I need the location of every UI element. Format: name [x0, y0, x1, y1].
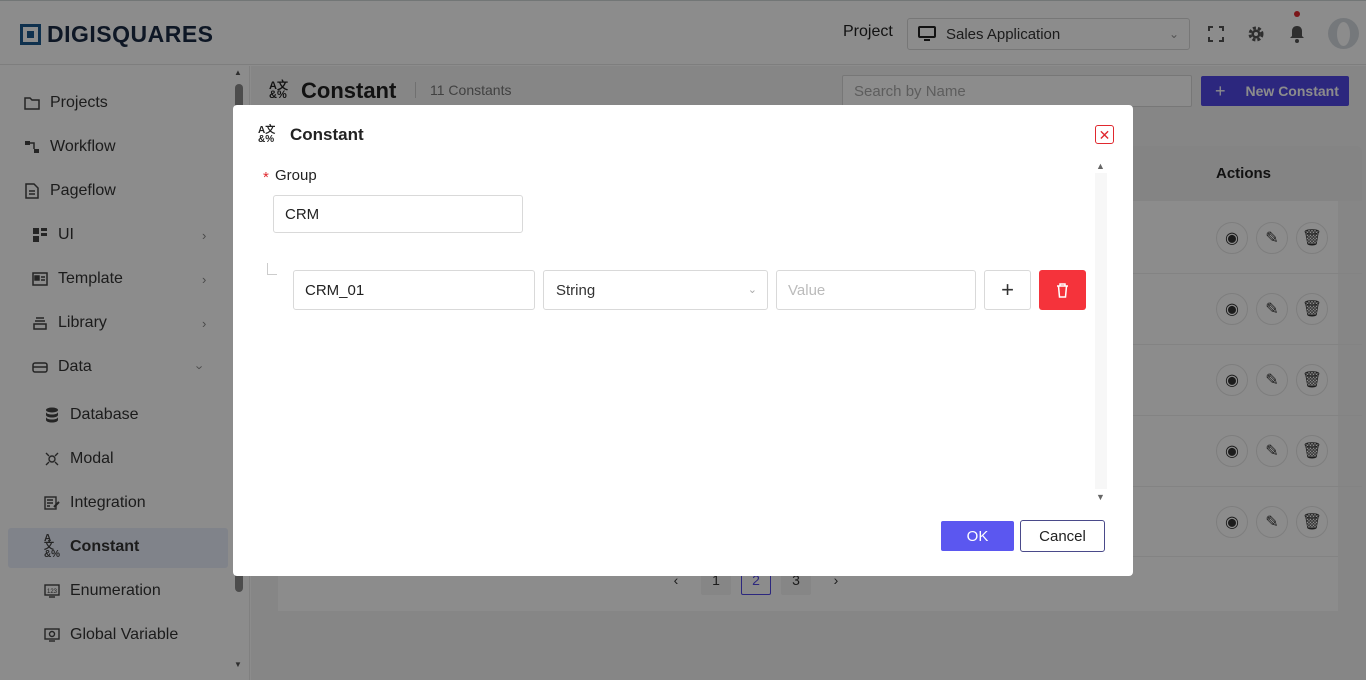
chevron-down-icon: ⌄: [747, 284, 757, 296]
add-row-button[interactable]: +: [984, 270, 1031, 310]
modal-scrollbar[interactable]: [1095, 173, 1107, 489]
ok-button[interactable]: OK: [941, 521, 1014, 551]
constant-type-value: String: [556, 281, 596, 299]
modal-title-text: Constant: [290, 125, 364, 144]
modal-title: A文 &% Constant: [258, 125, 364, 145]
delete-row-button[interactable]: [1039, 270, 1086, 310]
plus-icon: +: [1001, 277, 1014, 302]
group-input[interactable]: [273, 195, 523, 233]
modal-scroll-up-icon[interactable]: ▲: [1096, 161, 1105, 171]
required-marker: *: [263, 169, 269, 186]
modal-scroll-down-icon[interactable]: ▼: [1096, 492, 1105, 502]
close-icon[interactable]: ✕: [1095, 125, 1114, 144]
tree-connector: [267, 263, 277, 275]
cancel-button[interactable]: Cancel: [1020, 520, 1105, 552]
constant-value-input[interactable]: [776, 270, 976, 310]
group-label: Group: [275, 167, 317, 184]
constant-type-select[interactable]: String ⌄: [543, 270, 768, 310]
constant-modal: A文&% Constant ✕ ▲ ▼ * Group String ⌄ + O…: [233, 105, 1133, 576]
constant-name-input[interactable]: [293, 270, 535, 310]
constant-icon: A文 &%: [258, 125, 276, 145]
trash-icon: [1057, 282, 1068, 298]
